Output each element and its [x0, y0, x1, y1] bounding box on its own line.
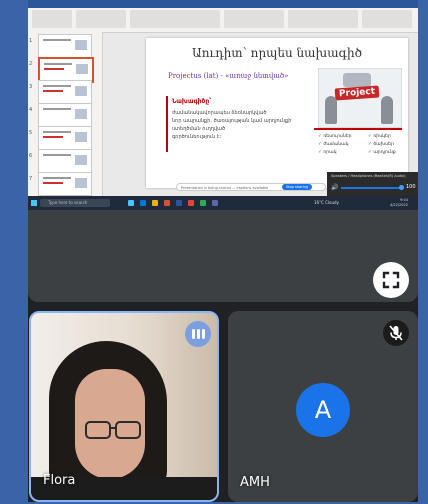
- mic-off-icon: [383, 320, 409, 346]
- audio-bar: [202, 329, 205, 339]
- audio-bar: [192, 329, 195, 339]
- stop-sharing-button[interactable]: Stop sharing: [282, 184, 312, 190]
- definition-line: ստեղծման ուղղված: [172, 126, 226, 132]
- slide-thumbnail: [38, 34, 92, 58]
- file-explorer-icon[interactable]: [152, 200, 158, 206]
- fullscreen-icon: [382, 271, 400, 289]
- volume-slider-track[interactable]: [341, 187, 401, 189]
- thumbnail-number: 3: [29, 84, 33, 90]
- audio-device-label: Speakers / Headphones (Realtek(R) Audio): [331, 174, 406, 178]
- current-slide: Աուդիտ՝ որպես նախագիծ Projectus (lat) - …: [146, 38, 408, 188]
- slide-thumbnail: [38, 80, 92, 104]
- audio-bars-icon: [185, 321, 211, 347]
- volume-slider-knob[interactable]: [399, 185, 404, 190]
- thumbnail-number: 6: [29, 153, 33, 159]
- word-icon[interactable]: [176, 200, 182, 206]
- shared-screen: 1 2 3 4 5 6 7 Աուդիտ՝ որպես նախագիծ Proj…: [28, 0, 418, 210]
- taskbar-clock[interactable]: 9:04 4/22/2022: [390, 198, 408, 208]
- slide-subtitle: Projectus (lat) - «առաջ նետված»: [168, 72, 289, 80]
- weather-widget[interactable]: 16°C Cloudy: [314, 200, 339, 205]
- bullet-item: ռիսկեր: [368, 134, 391, 139]
- definition-heading: Նախագիծը՝: [172, 98, 212, 105]
- thumbnail-number: 4: [29, 107, 33, 113]
- definition-box: Նախագիծը՝ ժամանակավորապես ձեռնարկված նոր…: [166, 96, 298, 152]
- bullet-item: ժամանակ: [318, 142, 348, 147]
- participant-tile-amh[interactable]: A AMH: [228, 311, 418, 502]
- red-divider: [314, 128, 402, 130]
- powerpoint-ribbon: [28, 0, 418, 33]
- bullet-item: ռեսուրսներ: [318, 134, 351, 139]
- task-view-icon[interactable]: [128, 200, 134, 206]
- slide-thumbnail: [38, 126, 92, 150]
- figure-right: [381, 96, 393, 124]
- participant-name: Flora: [43, 473, 76, 488]
- audio-bar: [197, 329, 200, 339]
- slide-thumbnail: [38, 103, 92, 127]
- project-illustration: Project: [318, 68, 402, 128]
- bullet-item: որակ: [318, 150, 336, 155]
- windows-taskbar: Type here to search 16°C Cloudy 9:04 4/2…: [28, 196, 418, 210]
- edge-icon[interactable]: [140, 200, 146, 206]
- volume-value: 100: [406, 184, 416, 190]
- clock-date: 4/22/2022: [390, 203, 408, 207]
- screen-share-tile: 1 2 3 4 5 6 7 Աուդիտ՝ որպես նախագիծ Proj…: [28, 0, 418, 302]
- puzzle-piece: [343, 73, 371, 87]
- thumbnail-number: 5: [29, 130, 33, 136]
- definition-line: գործունեություն է:: [172, 134, 222, 140]
- slide-title: Աուդիտ՝ որպես նախագիծ: [192, 46, 362, 60]
- excel-icon[interactable]: [200, 200, 206, 206]
- glasses-right-lens: [115, 421, 141, 439]
- project-label: Project: [334, 85, 380, 101]
- slide-thumbnail: [38, 172, 92, 196]
- volume-flyout: Speakers / Headphones (Realtek(R) Audio)…: [327, 172, 418, 196]
- ribbon-group-clipboard: [32, 10, 72, 28]
- ribbon-group-editing: [362, 10, 412, 28]
- thumbnail-number: 1: [29, 38, 33, 44]
- avatar: A: [296, 383, 350, 437]
- glasses-left-lens: [85, 421, 111, 439]
- definition-line: նոր ապրանքի, ծառայության կամ արդյունքի: [172, 118, 292, 124]
- slide-thumbnails-pane: 1 2 3 4 5 6 7: [28, 32, 103, 196]
- figure-left: [325, 96, 337, 124]
- definition-line: ժամանակավորապես ձեռնարկված: [172, 110, 267, 116]
- ribbon-group-slides: [76, 10, 126, 28]
- fullscreen-button[interactable]: [373, 262, 409, 298]
- teams-icon[interactable]: [212, 200, 218, 206]
- glasses-bridge: [111, 427, 115, 429]
- bullet-item: ծախսեր: [368, 142, 394, 147]
- windows-start-icon[interactable]: [31, 200, 37, 206]
- participant-name: AMH: [240, 475, 270, 490]
- bullet-item: արդյունք: [368, 150, 395, 155]
- ribbon-group-font: [130, 10, 220, 28]
- powerpoint-icon[interactable]: [164, 200, 170, 206]
- thumbnail-number: 7: [29, 176, 33, 182]
- speaker-icon: 🔊: [331, 184, 339, 191]
- participant-tile-flora[interactable]: Flora: [29, 311, 219, 502]
- ribbon-group-paragraph: [224, 10, 284, 28]
- ribbon-group-drawing: [288, 10, 358, 28]
- thumbnail-number: 2: [29, 61, 33, 67]
- ribbon-tabs: [28, 0, 418, 8]
- slide-thumbnail: [38, 149, 92, 173]
- taskbar-search-box[interactable]: Type here to search: [40, 199, 110, 207]
- chrome-icon[interactable]: [188, 200, 194, 206]
